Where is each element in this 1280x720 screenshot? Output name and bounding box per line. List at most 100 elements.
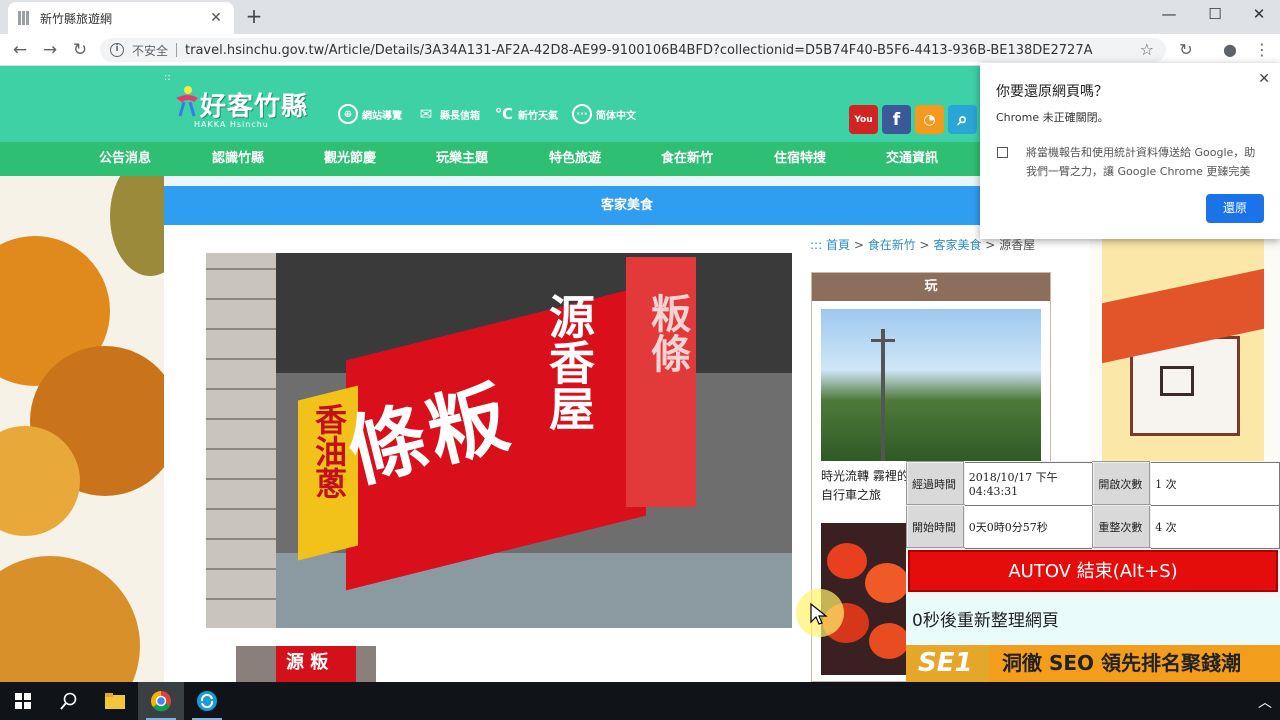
forward-arrow-icon[interactable]: → [38, 38, 62, 62]
side-article-caption[interactable]: 時光流轉 霧裡的自行車之旅 [821, 467, 911, 505]
address-bar[interactable]: i 不安全 travel.hsinchu.gov.tw/Article/Deta… [100, 38, 1166, 62]
breadcrumb-prefix: ::: [810, 238, 823, 252]
start-value: 0天0時0分57秒 [963, 504, 1094, 549]
quicklink-sitemap[interactable]: ⊕ 網站導覽 [338, 104, 402, 124]
tray-chevron-up-icon[interactable]: ︿ [1258, 692, 1272, 712]
quicklink-label: 新竹天氣 [518, 110, 558, 122]
quicklink-label: 简体中文 [596, 110, 636, 122]
window-close-button[interactable]: ✕ [1236, 2, 1280, 26]
nav-themes[interactable]: 玩樂主題 [406, 142, 518, 176]
lantern [827, 543, 867, 579]
thumbnail-text: 源 粄 [286, 652, 329, 673]
open-count-label: 開啟次數 [1092, 461, 1152, 506]
url-text[interactable]: travel.hsinchu.gov.tw/Article/Details/3A… [185, 43, 1166, 58]
decorative-background-left [0, 176, 164, 682]
omnibox-divider [176, 43, 178, 57]
nav-transport[interactable]: 交通資訊 [856, 142, 968, 176]
quicklink-weather[interactable]: ℃ 新竹天氣 [494, 104, 558, 124]
nav-about-county[interactable]: 認識竹縣 [182, 142, 294, 176]
reload-icon[interactable]: ↻ [68, 38, 92, 62]
facebook-icon[interactable]: f [882, 105, 911, 134]
utility-pole [881, 329, 885, 461]
chrome-taskbar-icon[interactable] [138, 682, 184, 720]
minimize-button[interactable]: — [1146, 2, 1192, 26]
tab-title: 新竹縣旅遊網 [40, 11, 113, 26]
nav-announcements[interactable]: 公告消息 [69, 142, 181, 176]
restore-dialog-close-icon[interactable]: ✕ [1258, 71, 1270, 87]
search-icon[interactable]: ⌕ [948, 105, 977, 134]
restore-pages-dialog: 你要還原網頁嗎？ ✕ Chrome 未正確關閉。 將當機報告和使用統計資料傳送給… [980, 63, 1280, 239]
breadcrumb-separator: > [985, 238, 996, 252]
breadcrumb-home[interactable]: 首頁 [826, 238, 850, 252]
taskbar-search-icon[interactable] [46, 682, 92, 720]
elapsed-label: 經過時間 [906, 461, 965, 506]
autov-panel: 經過時間 2018/10/17 下午 04:43:31 開啟次數 1 次 開始時… [906, 461, 1280, 682]
youtube-icon[interactable]: You [849, 105, 878, 134]
profile-avatar-icon[interactable]: ● [1218, 38, 1242, 62]
browser-tab[interactable]: 新竹縣旅遊網 ✕ [8, 2, 234, 34]
usage-stats-description: 將當機報告和使用統計資料傳送給 Google，助我們一臂之力，讓 Google … [1026, 146, 1256, 178]
back-arrow-icon[interactable]: ← [8, 38, 32, 62]
insecure-label: 不安全 [132, 43, 169, 58]
celsius-icon: ℃ [494, 105, 514, 123]
nav-lodging[interactable]: 住宿特搜 [744, 142, 856, 176]
nav-featured-tours[interactable]: 特色旅遊 [519, 142, 631, 176]
quicklink-simplified[interactable]: ··· 简体中文 [572, 104, 636, 124]
quicklink-mayor-mail[interactable]: ✉ 縣長信箱 [416, 104, 480, 124]
autov-countdown: 0秒後重新整理網頁 [906, 597, 1280, 645]
breadcrumb-separator: > [919, 238, 930, 252]
browser-toolbar: ← → ↻ i 不安全 travel.hsinchu.gov.tw/Articl… [0, 34, 1280, 66]
reload-count-value: 4 次 [1149, 504, 1280, 549]
category-title: 客家美食 [164, 186, 1090, 225]
mail-icon: ✉ [419, 105, 433, 123]
globe-icon: ⊕ [338, 104, 358, 124]
breadcrumb-separator: > [853, 238, 864, 252]
lantern [865, 563, 909, 603]
rss-icon[interactable]: ◔ [915, 105, 944, 134]
file-explorer-icon[interactable] [92, 682, 138, 720]
logo-text: 好客竹縣 [200, 92, 309, 122]
tab-close-icon[interactable]: ✕ [208, 10, 224, 26]
chat-icon: ··· [572, 104, 592, 124]
logo-figure-icon [176, 86, 198, 117]
social-links: You f ◔ ⌕ [849, 105, 977, 134]
site-logo[interactable]: :: 好客竹縣 HAKKA Hsinchu [164, 72, 315, 132]
owl-figure [110, 176, 164, 276]
info-icon[interactable]: i [110, 43, 124, 57]
menu-kebab-icon[interactable]: ⋮ [1250, 38, 1274, 62]
browser-tab-bar: 新竹縣旅遊網 ✕ + — ☐ ✕ [0, 0, 1280, 34]
autov-ad-banner[interactable]: SE1 洞徹 SEO 領先排名聚錢潮 [906, 645, 1280, 682]
photo-thumbnail[interactable]: 源 粄 [236, 646, 376, 682]
breadcrumb-current: 源香屋 [999, 238, 1036, 252]
nav-festivals[interactable]: 觀光節慶 [294, 142, 406, 176]
breadcrumb-hakka-food[interactable]: 客家美食 [933, 238, 981, 252]
quicklink-label: 縣長信箱 [440, 110, 480, 122]
autov-stop-button[interactable]: AUTOV 結束(Alt+S) [908, 550, 1278, 592]
windows-taskbar: ︿ [0, 682, 1280, 720]
side-photo-trees[interactable] [821, 309, 1041, 461]
quicklink-label: 網站導覽 [362, 110, 402, 122]
usage-stats-checkbox[interactable] [997, 147, 1008, 158]
start-label: 開始時間 [906, 504, 965, 549]
maximize-button[interactable]: ☐ [1192, 2, 1238, 26]
windows-start-icon[interactable] [0, 682, 46, 720]
new-tab-button[interactable]: + [244, 6, 264, 26]
sign-right-text: 粄條 [644, 293, 691, 373]
nav-food[interactable]: 食在新竹 [631, 142, 743, 176]
restore-button[interactable]: 還原 [1206, 194, 1264, 223]
main-photo[interactable]: 條粄 源香屋 香油蔥 粄條 [206, 253, 792, 628]
lantern [869, 623, 909, 659]
autumn-tree-blob [0, 556, 140, 682]
autov-app-icon[interactable] [184, 682, 230, 720]
open-count-value: 1 次 [1149, 461, 1280, 506]
side-panel-title: 玩 [812, 273, 1050, 301]
page-favicon-icon [18, 11, 32, 25]
bookmark-star-icon[interactable]: ☆ [1140, 40, 1154, 59]
breadcrumb-food[interactable]: 食在新竹 [868, 238, 916, 252]
banner-text: 洞徹 SEO 領先排名聚錢潮 [1002, 651, 1241, 675]
restore-dialog-title: 你要還原網頁嗎？ [996, 84, 1108, 100]
autov-stats-table: 經過時間 2018/10/17 下午 04:43:31 開啟次數 1 次 開始時… [906, 461, 1280, 549]
banner-brand: SE1 [906, 645, 990, 682]
reload-count-label: 重整次數 [1092, 504, 1152, 549]
extension-refresh-icon[interactable]: ↻ [1174, 38, 1198, 62]
